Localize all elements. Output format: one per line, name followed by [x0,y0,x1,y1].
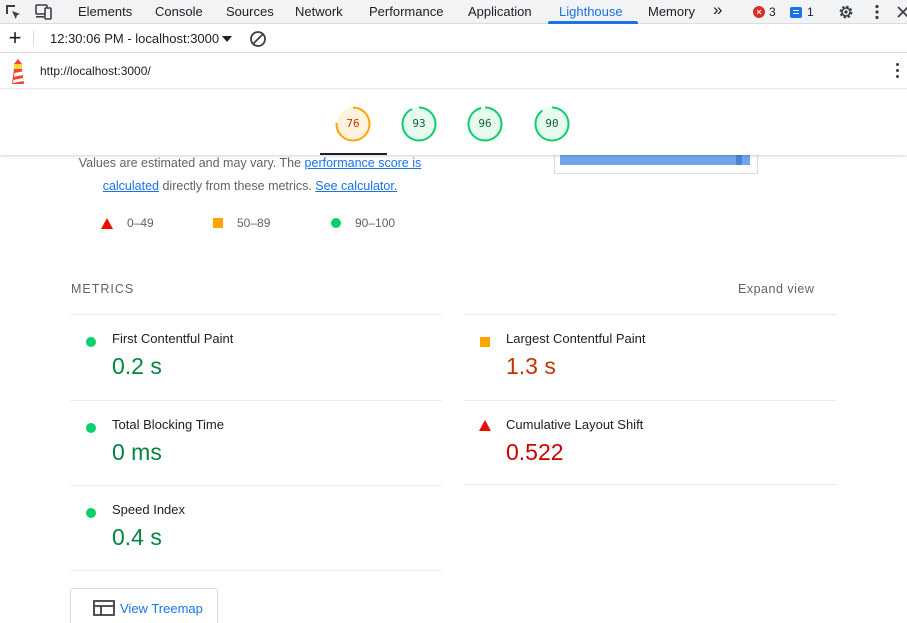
legend-fail-range: 0–49 [127,216,154,230]
tab-memory[interactable]: Memory [648,0,695,24]
average-square-icon [480,337,490,347]
settings-gear-icon[interactable] [836,2,856,22]
metric-total-blocking-time: Total Blocking Time 0 ms [70,400,442,486]
active-category-indicator [320,153,387,155]
pass-circle-icon [86,423,96,433]
legend-fail: 0–49 [101,214,154,232]
best-practices-score-value: 96 [478,117,492,130]
clear-reports-icon[interactable] [249,30,267,48]
close-devtools-icon[interactable] [893,2,907,22]
more-options-icon[interactable] [867,2,887,22]
accessibility-score-gauge[interactable]: 93 [401,106,437,142]
chevron-down-icon[interactable] [222,36,232,42]
error-count: 3 [769,5,776,19]
devtools-tab-bar: Elements Console Sources Network Perform… [0,0,907,24]
tab-performance[interactable]: Performance [369,0,443,24]
lighthouse-logo-icon [8,58,28,86]
treemap-icon [93,600,115,616]
description-text: Values are estimated and may vary. The [78,156,305,170]
legend-pass: 90–100 [331,214,395,232]
view-treemap-button[interactable]: View Treemap [70,588,218,623]
pass-circle-icon [86,508,96,518]
metric-name: Largest Contentful Paint [506,331,646,346]
metric-cumulative-layout-shift: Cumulative Layout Shift 0.522 [464,400,836,485]
fail-triangle-icon [101,217,113,229]
pass-circle-icon [86,337,96,347]
message-icon [790,6,802,18]
final-screenshot-thumbnail[interactable] [554,155,758,174]
metric-speed-index: Speed Index 0.4 s [70,485,442,571]
tab-elements[interactable]: Elements [78,0,132,24]
average-square-icon [213,218,223,228]
toolbar-divider [33,31,34,47]
message-count: 1 [807,5,814,19]
error-icon: × [753,6,765,18]
metric-value: 0.4 s [112,524,162,550]
legend-pass-range: 90–100 [355,216,396,230]
best-practices-score-gauge[interactable]: 96 [467,106,503,142]
tab-network[interactable]: Network [295,0,343,24]
metric-name: Cumulative Layout Shift [506,417,644,432]
tab-sources[interactable]: Sources [226,0,274,24]
tab-application[interactable]: Application [468,0,532,24]
metric-value: 0.522 [506,439,564,465]
metric-name: Speed Index [112,502,186,517]
report-url-row: http://localhost:3000/ [0,54,907,89]
seo-score-gauge[interactable]: 90 [534,106,570,142]
seo-score-value: 90 [545,117,559,130]
performance-score-gauge[interactable]: 76 [335,106,371,142]
metric-name: Total Blocking Time [112,417,224,432]
legend-average-range: 50–89 [237,216,271,230]
see-calculator-link[interactable]: See calculator. [315,179,397,193]
lighthouse-toolbar: + 12:30:06 PM - localhost:3000 [0,25,907,53]
report-selector[interactable]: 12:30:06 PM - localhost:3000 [50,30,219,48]
metric-largest-contentful-paint: Largest Contentful Paint 1.3 s [464,314,836,400]
device-toolbar-icon[interactable] [34,2,54,22]
description-text-2: directly from these metrics. [159,178,316,193]
report-content: Values are estimated and may vary. The p… [0,155,907,623]
more-tabs-icon[interactable]: » [713,0,722,24]
message-count-badge[interactable]: 1 [790,4,814,20]
metric-value: 1.3 s [506,353,556,379]
metrics-heading: METRICS [71,282,135,296]
error-count-badge[interactable]: × 3 [753,4,776,20]
final-screenshot-image [560,155,750,165]
active-tab-indicator [548,21,638,24]
metric-first-contentful-paint: First Contentful Paint 0.2 s [70,314,442,400]
performance-score-value: 76 [346,117,360,130]
accessibility-score-value: 93 [412,117,426,130]
pass-circle-icon [331,218,341,228]
report-menu-icon[interactable] [892,63,902,81]
view-treemap-label: View Treemap [120,601,203,616]
report-url: http://localhost:3000/ [40,64,151,78]
inspect-element-icon[interactable] [3,2,23,22]
tab-console[interactable]: Console [155,0,203,24]
metric-name: First Contentful Paint [112,331,234,346]
metrics-description: Values are estimated and may vary. The p… [60,155,440,197]
expand-view-toggle[interactable]: Expand view [738,282,814,296]
sticky-score-header: 76 93 96 90 [0,90,907,155]
metric-value: 0.2 s [112,353,162,379]
new-report-button[interactable]: + [5,27,25,50]
metric-value: 0 ms [112,439,162,465]
legend-average: 50–89 [213,214,270,232]
fail-triangle-icon [479,420,491,431]
